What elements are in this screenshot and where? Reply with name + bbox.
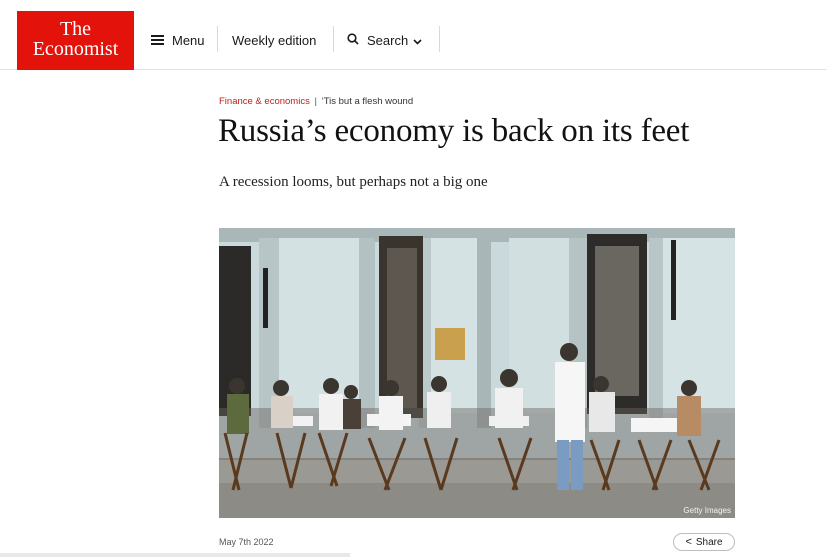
nav-divider [333, 26, 334, 52]
search-icon [347, 32, 359, 48]
article-subheadline: A recession looms, but perhaps not a big… [219, 174, 488, 190]
article-headline: Russia’s economy is back on its feet [218, 113, 690, 149]
weekly-edition-label: Weekly edition [232, 32, 317, 48]
fly-title: ’Tis but a flesh wound [321, 96, 414, 107]
site-header: The Economist Menu Weekly edition Search [0, 0, 827, 70]
article-photo: Getty Images [219, 228, 735, 518]
section-link[interactable]: Finance & economics [219, 96, 310, 107]
nav-divider [217, 26, 218, 52]
logo-line-1: The [59, 18, 92, 40]
article-kicker: Finance & economics | ’Tis but a flesh w… [219, 96, 413, 107]
share-label: Share [695, 536, 723, 548]
chevron-down-icon [413, 33, 422, 48]
logo-line-2: Economist [32, 38, 119, 60]
menu-button[interactable]: Menu [151, 30, 205, 50]
kicker-separator: | [314, 96, 317, 107]
article-date: May 7th 2022 [219, 537, 274, 547]
image-credit: Getty Images [683, 506, 731, 515]
search-label: Search [367, 32, 409, 48]
weekly-edition-link[interactable]: Weekly edition [232, 30, 316, 50]
nav-divider [439, 26, 440, 52]
share-button[interactable]: < Share [673, 533, 735, 551]
search-button[interactable]: Search [347, 30, 422, 50]
menu-icon [151, 35, 164, 45]
economist-logo[interactable]: The Economist [17, 11, 134, 70]
share-icon: < [685, 536, 692, 548]
bottom-scrollbar[interactable] [0, 553, 350, 557]
menu-label: Menu [172, 32, 205, 48]
